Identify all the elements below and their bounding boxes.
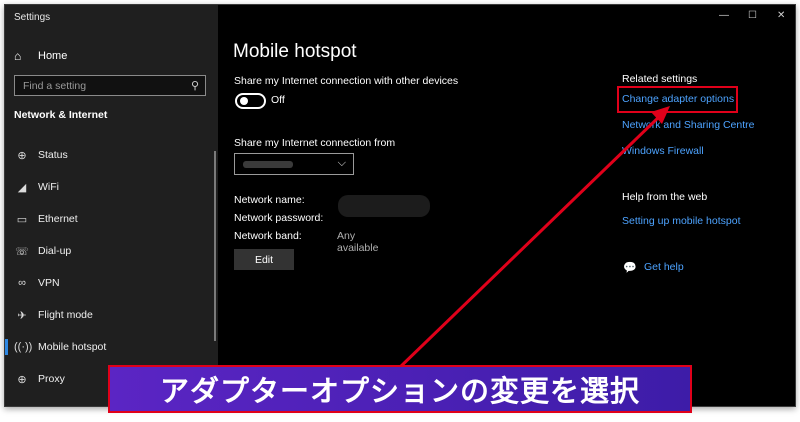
annotation-arrow [395, 106, 670, 372]
instruction-banner: アダプターオプションの変更を選択 [108, 365, 692, 413]
arrow-shaft [395, 112, 664, 372]
